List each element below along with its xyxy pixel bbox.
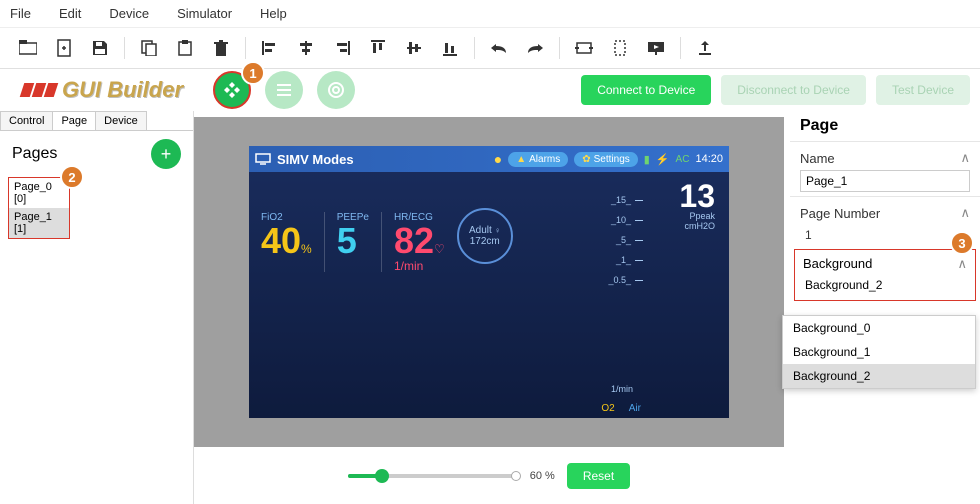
disconnect-button: Disconnect to Device <box>721 75 866 105</box>
brand-logo-icon <box>22 83 56 97</box>
toolbar <box>0 28 980 69</box>
zoom-controls: 60 % Reset <box>194 463 784 489</box>
plug-icon: ⚡ <box>656 153 670 166</box>
page-item-0[interactable]: Page_0 [0] <box>9 178 69 208</box>
page-name-input[interactable] <box>800 170 970 192</box>
ppeak-value: 13 <box>679 182 715 211</box>
present-icon[interactable] <box>638 34 674 62</box>
zoom-slider[interactable] <box>348 474 518 478</box>
canvas-viewport[interactable]: SIMV Modes ● ▲Alarms ✿Settings ▮ ⚡ AC 14… <box>194 117 784 447</box>
page-number-value: 1 <box>800 225 970 245</box>
zoom-value: 60 % <box>530 470 555 482</box>
menu-file[interactable]: File <box>10 6 31 21</box>
prop-number-header[interactable]: Page Number∧ <box>800 201 970 225</box>
hr-value: 82 <box>394 220 434 261</box>
ppeak-unit: cmH2O <box>679 221 715 231</box>
background-value[interactable]: Background_2 <box>795 276 975 300</box>
o2-label: O2 <box>601 403 614 414</box>
menu-edit[interactable]: Edit <box>59 6 81 21</box>
fit-width-icon[interactable] <box>566 34 602 62</box>
redo-icon[interactable] <box>517 34 553 62</box>
bg-option-1[interactable]: Background_1 <box>783 340 975 364</box>
time-label: 14:20 <box>695 153 723 165</box>
background-dropdown: Background_0 Background_1 Background_2 <box>782 315 976 389</box>
settings-mode-icon[interactable] <box>317 71 355 109</box>
peep-value: 5 <box>337 223 369 259</box>
ac-label: AC <box>676 154 690 165</box>
screen-mode: SIMV Modes <box>277 152 354 167</box>
tab-device[interactable]: Device <box>95 111 147 130</box>
copy-icon[interactable] <box>131 34 167 62</box>
left-tabs: Control Page Device <box>0 111 193 131</box>
canvas-area: SIMV Modes ● ▲Alarms ✿Settings ▮ ⚡ AC 14… <box>194 111 784 504</box>
undo-icon[interactable] <box>481 34 517 62</box>
tab-page[interactable]: Page <box>52 111 96 130</box>
fio2-value: 40 <box>261 220 301 261</box>
left-panel: Control Page Device Pages + 2 Page_0 [0]… <box>0 111 194 504</box>
menu-device[interactable]: Device <box>109 6 149 21</box>
pages-title: Pages <box>12 145 57 163</box>
align-top-icon[interactable] <box>360 34 396 62</box>
bg-option-0[interactable]: Background_0 <box>783 316 975 340</box>
align-right-icon[interactable] <box>324 34 360 62</box>
align-center-v-icon[interactable] <box>396 34 432 62</box>
warning-icon: ● <box>494 151 502 167</box>
air-label: Air <box>629 403 641 414</box>
brand: GUI Builder <box>2 77 183 103</box>
properties-panel: Page Name∧ Page Number∧ 1 3 Background∧ … <box>784 111 980 504</box>
align-bottom-icon[interactable] <box>432 34 468 62</box>
patient-circle: Adult ♀ 172cm <box>457 208 513 264</box>
settings-pill: ✿Settings <box>574 152 638 167</box>
upload-icon[interactable] <box>687 34 723 62</box>
bg-option-2[interactable]: Background_2 <box>783 364 975 388</box>
align-left-icon[interactable] <box>252 34 288 62</box>
delete-icon[interactable] <box>203 34 239 62</box>
monitor-icon <box>255 153 271 165</box>
hr-unit: 1/min <box>394 259 423 273</box>
fit-height-icon[interactable] <box>602 34 638 62</box>
connect-button[interactable]: Connect to Device <box>581 75 711 105</box>
brand-row: GUI Builder 1 Connect to Device Disconne… <box>0 69 980 111</box>
tab-control[interactable]: Control <box>0 111 53 130</box>
menu-bar: File Edit Device Simulator Help <box>0 0 980 28</box>
callout-badge-2: 2 <box>60 165 84 189</box>
list-mode-icon[interactable] <box>265 71 303 109</box>
page-item-1[interactable]: Page_1 [1] <box>9 208 69 238</box>
save-icon[interactable] <box>82 34 118 62</box>
fio2-unit: % <box>301 242 312 256</box>
menu-help[interactable]: Help <box>260 6 287 21</box>
callout-badge-1: 1 <box>241 61 265 85</box>
test-device-button: Test Device <box>876 75 970 105</box>
menu-simulator[interactable]: Simulator <box>177 6 232 21</box>
reset-button[interactable]: Reset <box>567 463 630 489</box>
alarms-pill: ▲Alarms <box>508 152 568 167</box>
brand-text: GUI Builder <box>62 77 183 103</box>
prop-background-header[interactable]: Background∧ <box>795 252 975 276</box>
callout-badge-3: 3 <box>950 231 974 255</box>
new-file-icon[interactable] <box>46 34 82 62</box>
prop-name-header[interactable]: Name∧ <box>800 146 970 170</box>
open-folder-icon[interactable] <box>10 34 46 62</box>
lmin-label: 1/min <box>611 384 633 394</box>
paste-icon[interactable] <box>167 34 203 62</box>
properties-title: Page <box>790 111 980 141</box>
device-screen: SIMV Modes ● ▲Alarms ✿Settings ▮ ⚡ AC 14… <box>249 146 729 418</box>
scale: _15_ _10_ _5_ _1_ _0.5_ <box>608 190 643 290</box>
align-center-h-icon[interactable] <box>288 34 324 62</box>
battery-icon: ▮ <box>644 153 650 166</box>
add-page-button[interactable]: + <box>151 139 181 169</box>
